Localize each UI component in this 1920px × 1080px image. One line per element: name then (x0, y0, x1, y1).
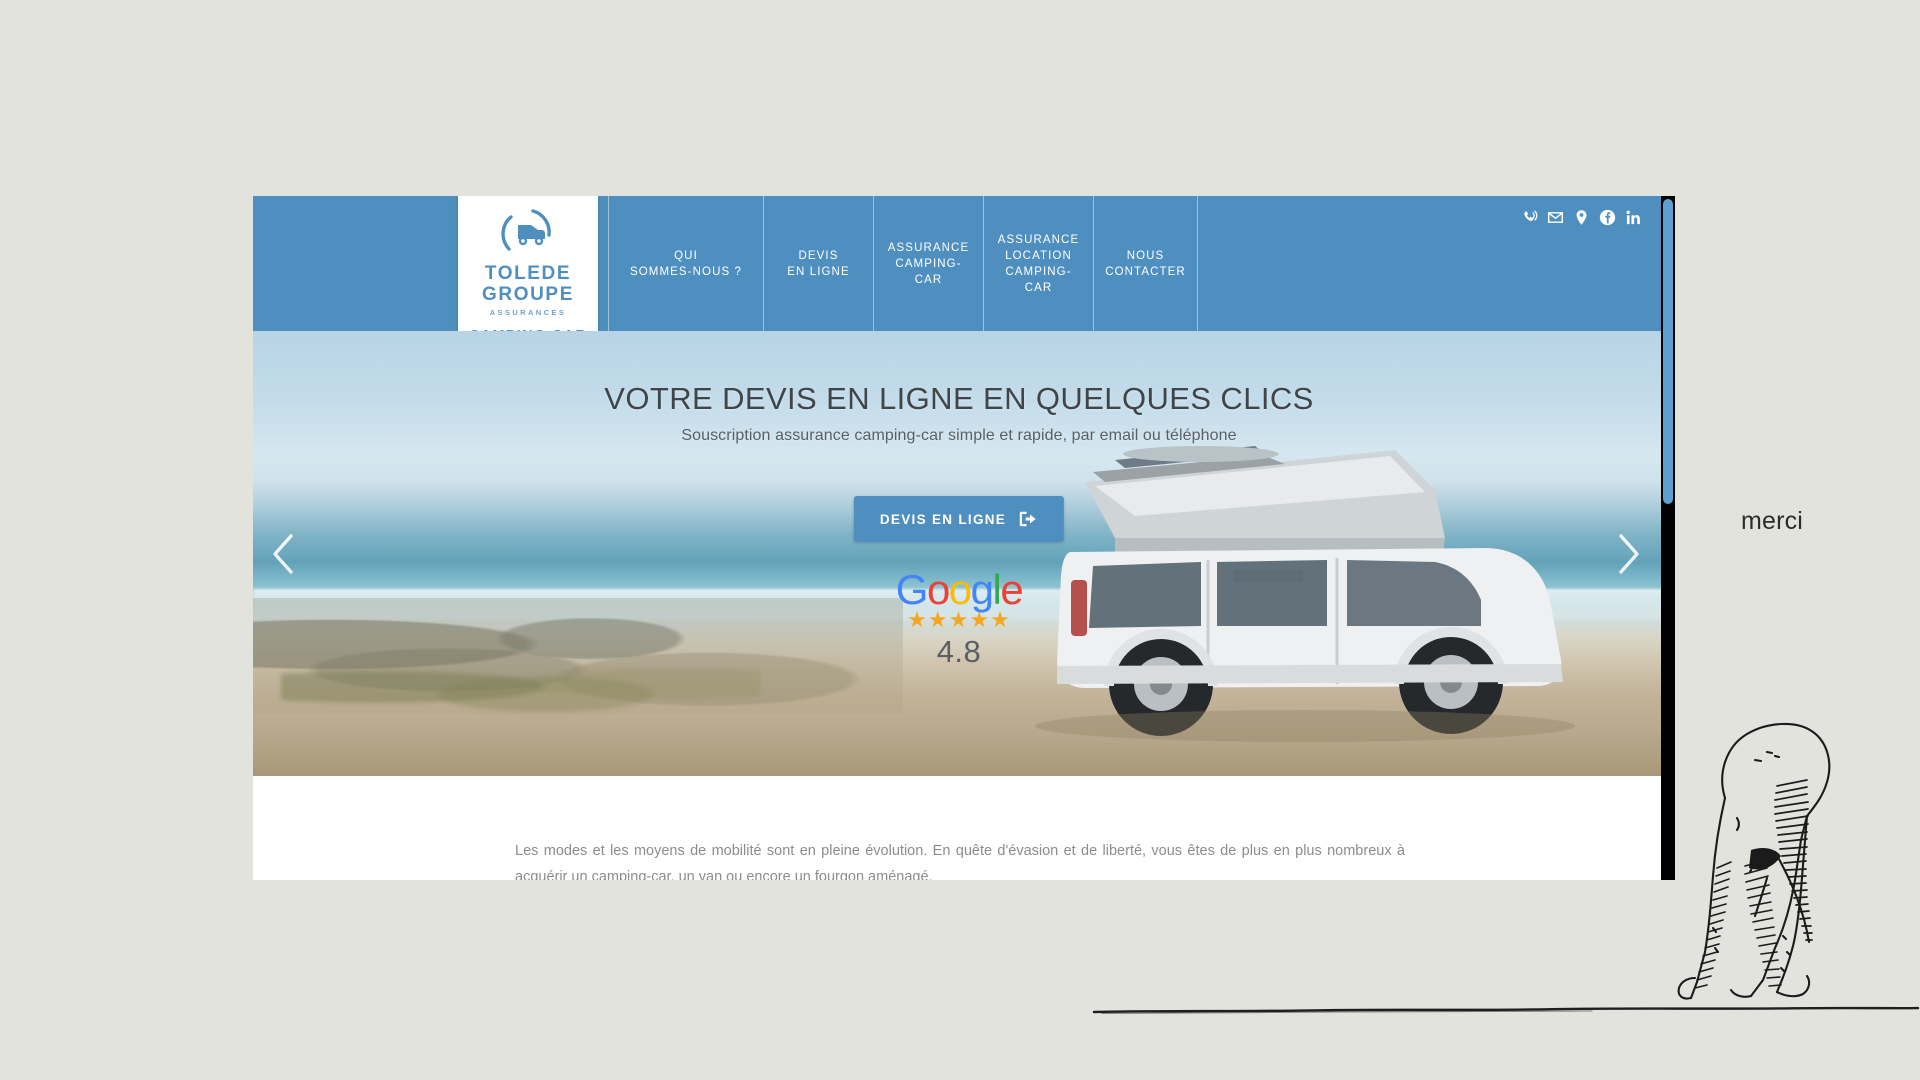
ground-line (1092, 1005, 1920, 1015)
logo-line-2: GROUPE (482, 284, 574, 305)
chevron-right-icon[interactable] (1611, 528, 1645, 580)
merci-text: merci (1740, 507, 1804, 535)
nav-devis-en-ligne[interactable]: DEVIS EN LIGNE (763, 196, 873, 331)
phone-ringing-icon[interactable] (1521, 209, 1538, 226)
hero-carousel: VOTRE DEVIS EN LIGNE EN QUELQUES CLICS S… (253, 331, 1665, 776)
location-pin-icon[interactable] (1573, 209, 1590, 226)
website-viewport: TOLEDE GROUPE ASSURANCES CAMPING CAR QUI… (253, 196, 1665, 880)
chevron-left-icon[interactable] (267, 528, 301, 580)
main-navigation: QUI SOMMES-NOUS ? DEVIS EN LIGNE ASSURAN… (608, 196, 1198, 331)
walking-figure-illustration (1655, 690, 1915, 1010)
intro-paragraph: Les modes et les moyens de mobilité sont… (515, 843, 1405, 880)
nav-assurance-location-camping-car[interactable]: ASSURANCE LOCATION CAMPING-CAR (983, 196, 1093, 331)
logo-line-1: TOLEDE (484, 263, 572, 284)
screenshot-root: TOLEDE GROUPE ASSURANCES CAMPING CAR QUI… (0, 0, 1920, 1080)
camper-van-photo (965, 420, 1625, 750)
nav-assurance-camping-car[interactable]: ASSURANCE CAMPING-CAR (873, 196, 983, 331)
exit-arrow-icon (1018, 510, 1038, 528)
camper-van-arc-icon (497, 205, 559, 257)
logo-subtitle: ASSURANCES (489, 308, 567, 317)
intro-section: Les modes et les moyens de mobilité sont… (253, 776, 1665, 880)
nav-qui-sommes-nous[interactable]: QUI SOMMES-NOUS ? (608, 196, 763, 331)
linkedin-icon[interactable] (1625, 209, 1642, 226)
devis-en-ligne-button[interactable]: DEVIS EN LIGNE (853, 496, 1065, 542)
cta-label: DEVIS EN LIGNE (879, 511, 1007, 527)
nav-nous-contacter[interactable]: NOUS CONTACTER (1093, 196, 1198, 331)
social-links (1521, 209, 1642, 226)
coastal-vegetation (281, 651, 762, 723)
scrollbar-thumb[interactable] (1663, 199, 1673, 504)
site-header: TOLEDE GROUPE ASSURANCES CAMPING CAR QUI… (253, 196, 1665, 358)
facebook-icon[interactable] (1599, 209, 1616, 226)
envelope-icon[interactable] (1547, 209, 1564, 226)
